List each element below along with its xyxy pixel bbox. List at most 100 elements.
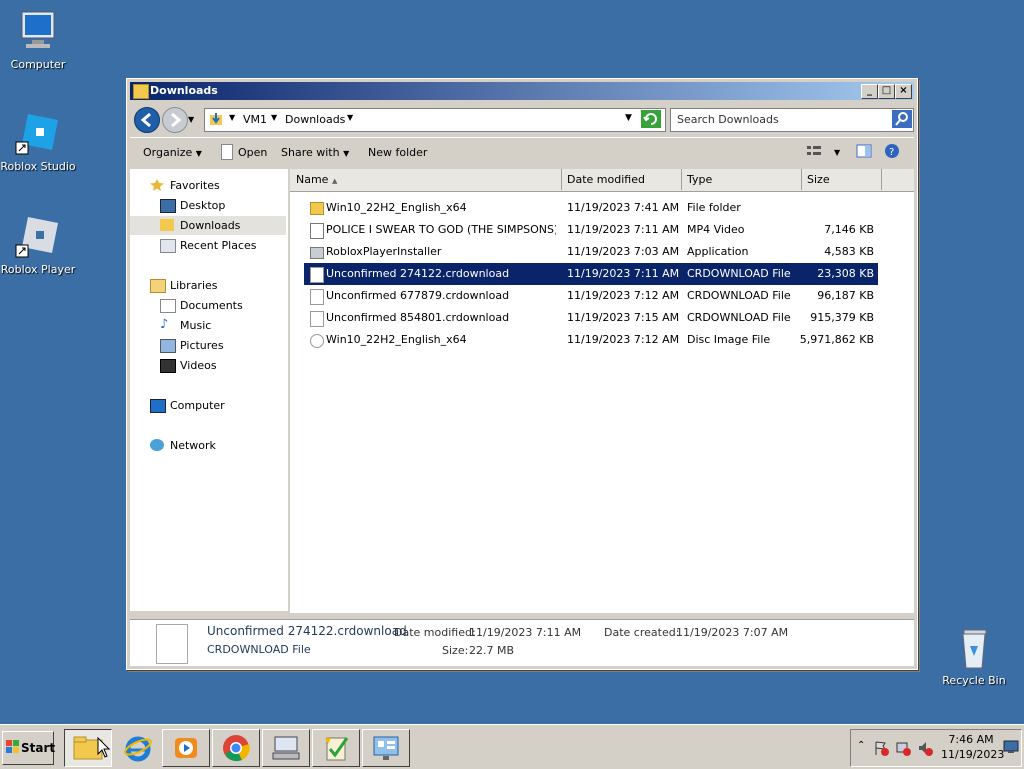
new-folder-button[interactable]: New folder [368, 146, 427, 159]
breadcrumb-vm1[interactable]: VM1 [243, 113, 267, 126]
chevron-down-icon[interactable]: ▼ [271, 113, 277, 122]
column-type[interactable]: Type [681, 169, 802, 190]
disc-image-icon [310, 334, 324, 348]
action-center-flag-icon[interactable] [873, 740, 889, 756]
nav-documents[interactable]: Documents [160, 296, 243, 315]
clock[interactable]: 7:46 AM 11/19/2023 [941, 733, 1004, 761]
desktop-icon-computer[interactable]: Computer [0, 8, 78, 71]
chevron-down-icon: ▼ [343, 149, 350, 158]
desktop-icon-roblox-studio[interactable]: Roblox Studio [0, 110, 78, 173]
column-name[interactable]: Name ▲ [290, 169, 562, 190]
title-bar[interactable]: Downloads _ □ × [130, 82, 914, 100]
explorer-window: Downloads _ □ × ▼ ▼ VM1 ▼ Downloads ▼ ▼ [126, 78, 918, 670]
svg-text:?: ? [889, 147, 894, 158]
nav-videos[interactable]: Videos [160, 356, 217, 375]
system-tray: ⌃ 7:46 AM 11/19/2023 [850, 729, 1022, 767]
search-placeholder: Search Downloads [677, 113, 779, 126]
chevron-down-icon[interactable]: ▼ [834, 148, 840, 157]
volume-muted-icon[interactable] [917, 740, 933, 756]
file-name: Unconfirmed 677879.crdownload [326, 289, 510, 302]
nav-desktop[interactable]: Desktop [160, 196, 225, 215]
details-date-created: 11/19/2023 7:07 AM [676, 626, 789, 639]
chevron-down-icon: ▼ [195, 149, 202, 158]
file-size: 7,146 KB [824, 223, 874, 236]
nav-libraries[interactable]: Libraries [150, 276, 218, 295]
preview-pane-icon[interactable] [856, 144, 872, 161]
nav-recent-places[interactable]: Recent Places [160, 236, 257, 255]
address-dropdown-icon[interactable]: ▼ [625, 113, 632, 123]
maximize-button[interactable]: □ [878, 84, 895, 99]
chrome-icon [223, 735, 250, 762]
nav-pictures[interactable]: Pictures [160, 336, 224, 355]
search-icon[interactable] [892, 110, 912, 128]
desktop-icon-roblox-player[interactable]: Roblox Player [0, 213, 78, 276]
breadcrumb-downloads[interactable]: Downloads [285, 113, 345, 126]
search-input[interactable]: Search Downloads [670, 108, 914, 132]
view-options-icon[interactable] [806, 144, 822, 161]
taskbar-control-panel[interactable] [362, 729, 410, 767]
taskbar-media-player[interactable] [162, 729, 210, 767]
minimize-button[interactable]: _ [861, 84, 878, 99]
taskbar-internet-explorer[interactable] [114, 729, 162, 767]
file-date: 11/19/2023 7:15 AM [567, 311, 680, 324]
control-panel-icon [373, 736, 399, 760]
share-with-button[interactable]: Share with ▼ [281, 146, 349, 159]
forward-button[interactable] [162, 107, 188, 133]
command-bar: Organize ▼ Open Share with ▼ New folder … [130, 137, 914, 168]
close-button[interactable]: × [895, 84, 912, 99]
nav-label: Downloads [180, 219, 241, 232]
nav-downloads[interactable]: Downloads [130, 216, 286, 235]
file-date: 11/19/2023 7:41 AM [567, 201, 680, 214]
back-button[interactable] [134, 107, 160, 133]
nav-label: Pictures [180, 339, 224, 352]
file-row[interactable]: RobloxPlayerInstaller 11/19/2023 7:03 AM… [304, 241, 878, 263]
file-row[interactable]: Win10_22H2_English_x64 11/19/2023 7:41 A… [304, 197, 878, 219]
open-button[interactable]: Open [238, 146, 267, 159]
file-row[interactable]: Win10_22H2_English_x64 11/19/2023 7:12 A… [304, 329, 878, 351]
help-icon[interactable]: ? [884, 143, 900, 162]
organize-label: Organize [143, 146, 193, 159]
details-size-label: Size: [442, 644, 469, 657]
application-icon [310, 247, 324, 259]
address-bar[interactable]: ▼ VM1 ▼ Downloads ▼ ▼ [204, 108, 666, 132]
documents-icon [160, 299, 176, 313]
computer-icon [150, 399, 166, 413]
file-row[interactable]: POLICE I SWEAR TO GOD (THE SIMPSONS) ...… [304, 219, 878, 241]
show-desktop-icon[interactable] [1003, 740, 1019, 754]
desktop-icon-recycle-bin[interactable]: Recycle Bin [934, 624, 1014, 687]
videos-icon [160, 359, 176, 373]
details-pane: Unconfirmed 274122.crdownload CRDOWNLOAD… [130, 619, 914, 666]
arrow-right-icon [171, 112, 182, 128]
details-file-name: Unconfirmed 274122.crdownload [207, 624, 407, 638]
chevron-down-icon[interactable]: ▼ [347, 113, 353, 122]
recent-pages-dropdown-icon[interactable]: ▼ [188, 115, 194, 124]
file-row[interactable]: Unconfirmed 677879.crdownload 11/19/2023… [304, 285, 878, 307]
organize-button[interactable]: Organize ▼ [143, 146, 202, 159]
refresh-icon[interactable] [641, 110, 661, 128]
start-button[interactable]: Start [2, 731, 55, 765]
taskbar-chrome[interactable] [212, 729, 260, 767]
show-hidden-icons-icon[interactable]: ⌃ [857, 740, 865, 751]
navigation-pane: Favorites Desktop Downloads Recent Place… [130, 169, 290, 611]
file-row-selected[interactable]: Unconfirmed 274122.crdownload 11/19/2023… [304, 263, 878, 285]
nav-favorites[interactable]: Favorites [150, 176, 220, 195]
libraries-icon [150, 279, 166, 293]
file-row[interactable]: Unconfirmed 854801.crdownload 11/19/2023… [304, 307, 878, 329]
nav-network[interactable]: Network [150, 436, 216, 455]
file-type: File folder [687, 201, 741, 214]
computer-icon [14, 8, 62, 56]
taskbar-remote-desktop[interactable] [262, 729, 310, 767]
star-icon [150, 179, 164, 191]
nav-music[interactable]: ♪ Music [160, 316, 211, 335]
column-size[interactable]: Size [801, 169, 882, 190]
chevron-down-icon[interactable]: ▼ [229, 113, 235, 122]
network-status-icon[interactable] [895, 740, 911, 756]
nav-computer[interactable]: Computer [150, 396, 225, 415]
taskbar-action-center[interactable] [312, 729, 360, 767]
recycle-bin-icon [950, 624, 998, 672]
sort-ascending-icon: ▲ [331, 177, 338, 185]
file-date: 11/19/2023 7:12 AM [567, 289, 680, 302]
column-date-modified[interactable]: Date modified [561, 169, 682, 190]
clock-time: 7:46 AM [948, 733, 994, 746]
desktop-icon-label: Computer [10, 58, 66, 71]
